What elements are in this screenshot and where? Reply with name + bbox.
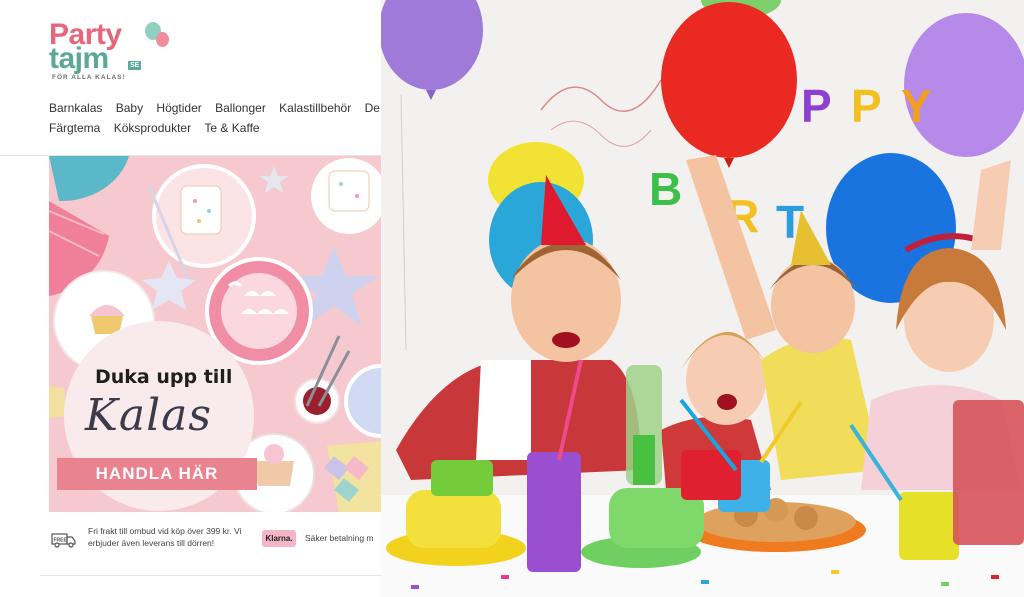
- paper-bag-icon: [324, 441, 381, 512]
- nav-row-1: Barnkalas Baby Högtider Ballonger Kalast…: [49, 98, 381, 118]
- glass-red-juice-icon: [953, 400, 1024, 545]
- logo-text-tajm: tajm: [49, 42, 109, 75]
- cup-yellow-icon: [899, 492, 959, 560]
- footer-divider: [40, 575, 381, 576]
- free-shipping-text: Fri frakt till ombud vid köp över 399 kr…: [88, 526, 242, 548]
- klarna-logo: Klarna.: [262, 530, 296, 547]
- cup-red-icon: [681, 450, 741, 500]
- hero-banner[interactable]: Duka upp till Kalas HANDLA HÄR: [49, 156, 381, 512]
- shop-now-button[interactable]: HANDLA HÄR: [57, 458, 257, 490]
- nav-row-2: Färgtema Köksprodukter Te & Kaffe: [49, 118, 381, 138]
- logo-balloon-pink: [156, 32, 169, 47]
- banner-letter: P: [851, 80, 882, 132]
- nav-item-hogtider[interactable]: Högtider: [156, 98, 201, 118]
- plate-icon: [152, 164, 256, 268]
- cup-green-icon: [431, 460, 493, 496]
- screenshot-frame: Party tajm SE FÖR ALLA KALAS! Barnkalas …: [0, 0, 1024, 597]
- nav-item-kalastillbehor[interactable]: Kalastillbehör: [279, 98, 351, 118]
- main-navigation: Barnkalas Baby Högtider Ballonger Kalast…: [49, 98, 381, 138]
- nav-item-fargtema[interactable]: Färgtema: [49, 118, 100, 138]
- site-logo[interactable]: Party tajm SE FÖR ALLA KALAS!: [48, 18, 178, 88]
- party-photo: P P Y B R T: [381, 0, 1024, 597]
- truck-free-label: FREE: [54, 538, 68, 544]
- banner-letter: Y: [901, 80, 932, 132]
- banner-letter: P: [801, 80, 832, 132]
- usp-info-bar: FREE Fri frakt till ombud vid köp över 3…: [47, 524, 381, 564]
- cup-icon: [294, 335, 351, 424]
- nav-item-ballonger[interactable]: Ballonger: [215, 98, 266, 118]
- kids-birthday-party-illustration: P P Y B R T: [381, 0, 1024, 597]
- plate-icon: [311, 158, 381, 234]
- bottle-icon: [626, 365, 662, 485]
- truck-icon: FREE: [51, 533, 76, 548]
- store-page: Party tajm SE FÖR ALLA KALAS! Barnkalas …: [0, 0, 381, 597]
- nav-item-barnkalas[interactable]: Barnkalas: [49, 98, 102, 118]
- nav-item-koksprodukter[interactable]: Köksprodukter: [114, 118, 191, 138]
- logo-domain-badge: SE: [128, 61, 142, 70]
- hero-heading-line2: Kalas: [85, 390, 212, 441]
- nav-item-te-kaffe[interactable]: Te & Kaffe: [204, 118, 259, 138]
- nav-item-truncated[interactable]: De: [365, 98, 380, 118]
- hero-heading-line1: Duka upp till: [95, 366, 233, 388]
- banner-letter: B: [649, 163, 682, 215]
- nav-item-baby[interactable]: Baby: [116, 98, 143, 118]
- cup-purple-icon: [527, 452, 581, 572]
- logo-tagline: FÖR ALLA KALAS!: [52, 74, 126, 81]
- secure-payment-text: Säker betalning m: [305, 533, 374, 543]
